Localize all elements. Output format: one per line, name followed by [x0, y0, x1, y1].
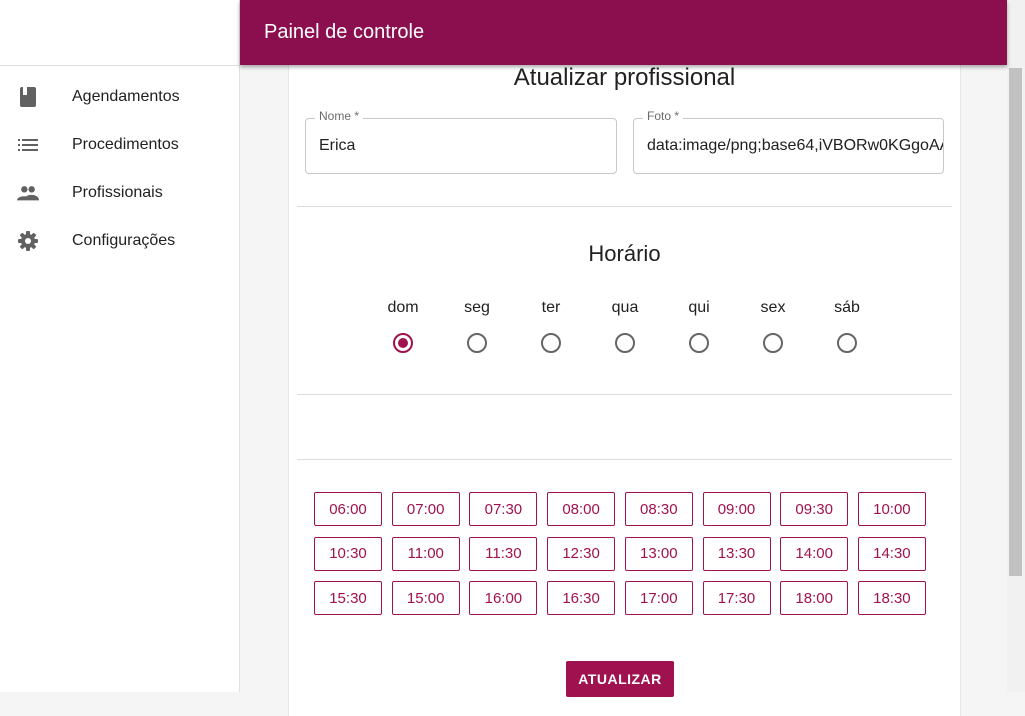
schedule-title: Horário	[588, 241, 661, 266]
time-slot-button[interactable]: 17:00	[624, 581, 693, 615]
time-slot-button[interactable]: 10:00	[857, 492, 926, 526]
form-card: Atualizar profissional Erica Nome * data…	[288, 56, 961, 716]
day-option: qui	[669, 299, 729, 353]
day-radio[interactable]	[541, 333, 561, 353]
sidebar-item-label: Agendamentos	[72, 88, 180, 105]
time-slot-button[interactable]: 07:30	[469, 492, 538, 526]
day-option: qua	[595, 299, 655, 353]
time-slot-button[interactable]: 06:00	[314, 492, 382, 526]
time-slot-button[interactable]: 16:30	[547, 581, 616, 615]
day-label: ter	[541, 299, 561, 316]
day-label: dom	[387, 299, 419, 316]
app-title: Painel de controle	[264, 21, 425, 43]
day-option: sáb	[817, 299, 877, 353]
page-title: Atualizar profissional	[513, 64, 736, 91]
photo-field-value: data:image/png;base64,iVBORw0KGgoAAAANSU…	[647, 137, 943, 154]
day-option: ter	[521, 299, 581, 353]
radio-dot	[398, 338, 408, 348]
sidebar-item-profissionais[interactable]: Profissionais	[0, 169, 239, 217]
name-field-value: Erica	[319, 137, 356, 154]
photo-field-label: Foto *	[643, 109, 684, 123]
time-slot-button[interactable]: 07:00	[391, 492, 460, 526]
time-slot-button[interactable]: 16:00	[469, 581, 538, 615]
name-field-label: Nome *	[315, 109, 364, 123]
day-option: sex	[743, 299, 803, 353]
day-label: qua	[611, 299, 639, 316]
time-slot-button[interactable]: 09:00	[702, 492, 771, 526]
day-label: sáb	[834, 299, 860, 316]
time-slot-button[interactable]: 17:30	[702, 581, 771, 615]
day-radio[interactable]	[615, 333, 635, 353]
day-label: qui	[688, 299, 710, 316]
time-slot-button[interactable]: 08:00	[547, 492, 616, 526]
scrollbar[interactable]	[1007, 0, 1025, 692]
photo-field[interactable]: data:image/png;base64,iVBORw0KGgoAAAANSU…	[633, 118, 944, 174]
time-slot-button[interactable]: 12:30	[547, 536, 616, 571]
time-slot-button[interactable]: 15:30	[314, 581, 382, 615]
time-slot-button[interactable]: 08:30	[624, 492, 693, 526]
day-radio[interactable]	[837, 333, 857, 353]
time-slot-button[interactable]: 13:30	[702, 536, 771, 571]
sidebar-item-procedimentos[interactable]: Procedimentos	[0, 121, 239, 169]
sidebar-item-label: Profissionais	[72, 184, 163, 201]
time-slot-button[interactable]: 18:00	[780, 581, 849, 615]
scrollbar-thumb[interactable]	[1009, 68, 1022, 576]
sidebar-header	[0, 0, 239, 66]
day-radio[interactable]	[393, 333, 413, 353]
divider	[297, 459, 952, 460]
time-slot-button[interactable]: 11:30	[469, 536, 538, 571]
divider	[297, 206, 952, 207]
name-field[interactable]: Erica	[305, 118, 617, 174]
divider	[297, 394, 952, 395]
time-slot-button[interactable]: 14:00	[780, 536, 849, 571]
time-slot-button[interactable]: 18:30	[857, 581, 926, 615]
sidebar-item-agendamentos[interactable]: Agendamentos	[0, 73, 239, 121]
time-slot-button[interactable]: 14:30	[857, 536, 926, 571]
time-slot-button[interactable]: 13:00	[624, 536, 693, 571]
day-radio[interactable]	[763, 333, 783, 353]
day-radio[interactable]	[689, 333, 709, 353]
time-slot-button[interactable]: 15:00	[391, 581, 460, 615]
time-slot-button[interactable]: 09:30	[780, 492, 849, 526]
sidebar-item-label: Configurações	[72, 232, 176, 249]
day-option: dom	[373, 299, 433, 353]
day-label: seg	[464, 299, 490, 316]
time-slot-button[interactable]: 10:30	[314, 536, 382, 571]
app-bar: Painel de controle	[240, 0, 1007, 65]
day-option: seg	[447, 299, 507, 353]
people-icon	[17, 182, 39, 204]
sidebar-item-label: Procedimentos	[72, 136, 179, 153]
gear-icon	[17, 230, 39, 252]
day-label: sex	[760, 299, 786, 316]
list-icon	[17, 134, 39, 156]
sidebar: Agendamentos Procedimentos Profissionais…	[0, 0, 240, 692]
time-slot-button[interactable]: 11:00	[391, 536, 460, 571]
book-icon	[17, 86, 39, 108]
day-radio[interactable]	[467, 333, 487, 353]
sidebar-item-configuracoes[interactable]: Configurações	[0, 217, 239, 265]
